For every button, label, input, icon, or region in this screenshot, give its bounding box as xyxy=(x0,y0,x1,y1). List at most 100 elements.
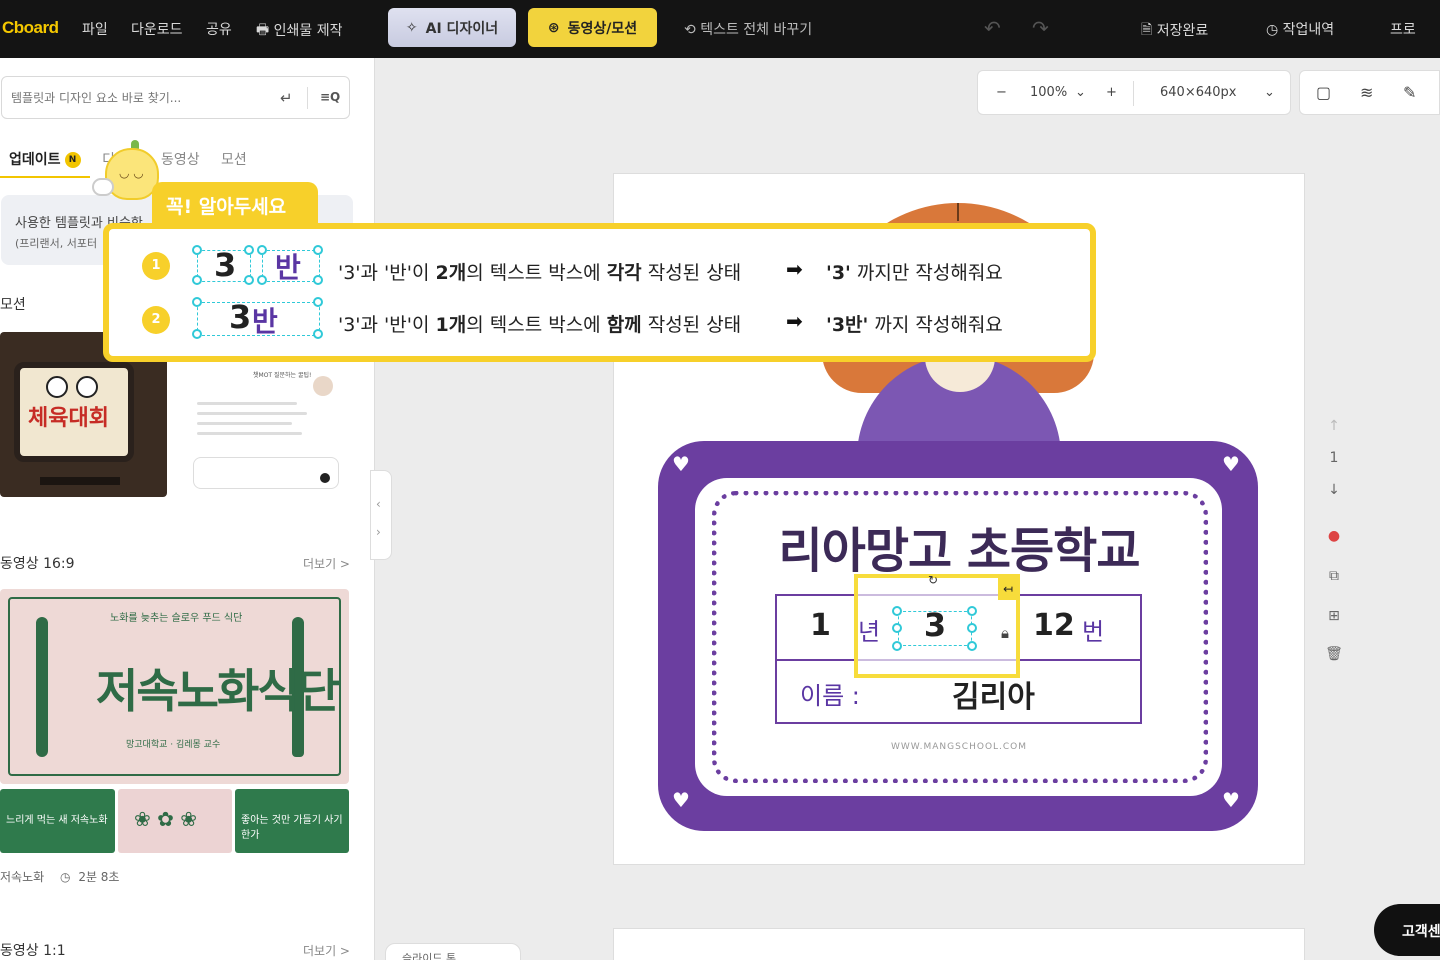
tab-update-label: 업데이트 xyxy=(9,152,61,168)
layers-icon[interactable]: ≋ xyxy=(1360,83,1373,102)
enter-icon[interactable]: ↵ xyxy=(280,89,293,107)
template-search: ↵ ≡Q xyxy=(1,76,350,119)
scene-thumb-1[interactable]: 느리게 먹는 새 저속노화 xyxy=(0,789,115,853)
replace-text-button[interactable]: ⟲ 텍스트 전체 바꾸기 xyxy=(684,19,812,39)
filter-search-icon[interactable]: ≡Q xyxy=(320,90,340,104)
resize-handle[interactable] xyxy=(892,623,902,633)
redo-icon[interactable]: ↷ xyxy=(1032,16,1049,40)
tab-motion[interactable]: 모션 xyxy=(221,149,247,169)
resize-handle[interactable] xyxy=(892,606,902,616)
rule-emphasis: 함께 xyxy=(606,314,642,336)
result-text: 까지 작성해줘요 xyxy=(868,314,1003,336)
student-number[interactable]: 12 xyxy=(1033,608,1075,643)
chevron-down-icon[interactable]: ⌄ xyxy=(1264,85,1275,100)
zoom-out-icon[interactable]: − xyxy=(996,85,1007,100)
template-slow-aging-diet[interactable]: 노화를 늦추는 슬로우 푸드 식단 저속노화식단 망고대학교 · 김레몽 교수 xyxy=(0,589,349,784)
student-label[interactable]: 번 xyxy=(1082,612,1104,647)
duplicate-icon[interactable]: ⧉ xyxy=(1317,568,1351,584)
add-page-icon[interactable]: ⊞ xyxy=(1317,608,1351,624)
step-1-badge: 1 xyxy=(142,252,170,280)
video-motion-button[interactable]: ⊛ 동영상/모션 xyxy=(528,8,657,47)
customer-center-button[interactable]: 고객센 xyxy=(1374,904,1440,956)
handle-dot xyxy=(244,245,254,255)
tip-tab: 꼭! 알아두세요 xyxy=(152,182,318,226)
result-emphasis: '3' xyxy=(826,262,851,284)
class-number[interactable]: 3 xyxy=(898,606,972,644)
grade-number[interactable]: 1 xyxy=(810,608,831,643)
sticker-icon[interactable]: ▢ xyxy=(1316,83,1331,102)
rule-emphasis: 1개 xyxy=(435,314,467,336)
menu-share[interactable]: 공유 xyxy=(206,19,232,39)
undo-icon[interactable]: ↶ xyxy=(984,16,1001,40)
handle-dot xyxy=(257,275,267,285)
tv-screen: 체육대회 xyxy=(14,362,134,462)
website-url[interactable]: WWW.MANGSCHOOL.COM xyxy=(659,742,1259,752)
lock-icon[interactable]: 🔒︎ xyxy=(1001,624,1009,642)
more-link[interactable]: 더보기 > xyxy=(303,942,350,959)
menu-download[interactable]: 다운로드 xyxy=(131,19,183,39)
result-emphasis: '3반' xyxy=(826,314,869,336)
trash-icon[interactable]: 🗑︎ xyxy=(1317,646,1351,662)
chat-header: 챗MOT 질문하는 꿀팁! xyxy=(253,372,312,379)
text-line xyxy=(197,432,302,435)
tv-title: 체육대회 xyxy=(28,406,109,431)
artboard-next[interactable] xyxy=(613,928,1305,960)
zoom-level[interactable]: 100% xyxy=(1030,85,1067,100)
resize-handle[interactable] xyxy=(967,623,977,633)
send-icon xyxy=(320,473,330,483)
heart-icon: ♥ xyxy=(672,788,690,812)
panel-tabs: 업데이트N 디자인 동영상 모션 xyxy=(0,146,360,180)
handle-dot xyxy=(192,245,202,255)
resize-handle[interactable] xyxy=(892,641,902,651)
menu-file[interactable]: 파일 xyxy=(82,19,108,39)
rule-text: '3'과 '반'이 xyxy=(338,262,436,284)
ai-designer-label: AI 디자이너 xyxy=(425,20,499,37)
color-palette-icon[interactable]: ● xyxy=(1317,528,1351,544)
chevron-down-icon[interactable]: ⌄ xyxy=(1075,85,1086,100)
scene-thumb-3[interactable]: 좋아는 것만 가들기 사기 한가 xyxy=(235,789,349,853)
save-status[interactable]: 🗎 저장완료 xyxy=(1141,19,1208,43)
history-button[interactable]: ◷ 작업내역 xyxy=(1266,19,1334,39)
rotate-icon[interactable]: ↻ xyxy=(928,573,938,587)
resize-handle[interactable] xyxy=(967,606,977,616)
rule-emphasis: 2개 xyxy=(435,262,467,284)
mascot-face-icon: ◡ ◡ xyxy=(119,166,144,180)
move-down-icon[interactable]: ↓ xyxy=(1317,482,1351,498)
handle-dot xyxy=(313,275,323,285)
scene-text: 좋아는 것만 가들기 사기 한가 xyxy=(241,815,343,841)
tip-popup[interactable] xyxy=(103,223,1096,362)
heart-icon: ♥ xyxy=(1222,452,1240,476)
arrow-right-icon: ➡ xyxy=(786,257,803,281)
logo[interactable]: Cboard xyxy=(2,18,59,38)
tab-video[interactable]: 동영상 xyxy=(161,149,200,169)
bottom-slide-strip[interactable]: 슬라이드 톤 xyxy=(385,943,521,960)
more-link[interactable]: 더보기 > xyxy=(303,555,350,572)
handle-dot xyxy=(257,245,267,255)
chat-input xyxy=(193,457,339,489)
resize-handle[interactable] xyxy=(967,641,977,651)
search-input[interactable] xyxy=(11,88,261,108)
child-face-icon xyxy=(46,376,68,398)
demo-3ban-label: 반 xyxy=(252,305,278,338)
tab-update[interactable]: 업데이트 N xyxy=(9,149,81,169)
rule-text: 작성된 상태 xyxy=(641,314,742,336)
text-line xyxy=(197,412,307,415)
school-name[interactable]: 리아망고 초등학교 xyxy=(659,511,1259,581)
ai-designer-button[interactable]: ✧ AI 디자이너 xyxy=(388,8,516,47)
pro-button[interactable]: 프로 xyxy=(1390,19,1416,39)
food-title: 저속노화식단 xyxy=(96,664,340,718)
grade-label[interactable]: 년 xyxy=(858,612,880,647)
name-label[interactable]: 이름 : xyxy=(800,676,860,711)
text-tag-icon[interactable]: ↤ xyxy=(998,578,1018,600)
scene-thumb-2[interactable]: ❀ ✿ ❀ xyxy=(118,789,232,853)
canvas-size[interactable]: 640×640px xyxy=(1160,85,1236,100)
panel-collapse-handle[interactable]: ‹ › xyxy=(370,470,392,560)
ruler-icon[interactable]: ✎ xyxy=(1403,83,1416,102)
zoom-in-icon[interactable]: + xyxy=(1106,85,1117,100)
move-up-icon[interactable]: ↑ xyxy=(1317,418,1351,434)
menu-print[interactable]: 🖶 인쇄물 제작 xyxy=(256,19,343,43)
student-name[interactable]: 김리아 xyxy=(952,672,1035,716)
handle-dot xyxy=(192,329,202,339)
heart-icon: ♥ xyxy=(1222,788,1240,812)
food-subtitle: 망고대학교 · 김레몽 교수 xyxy=(126,740,221,750)
